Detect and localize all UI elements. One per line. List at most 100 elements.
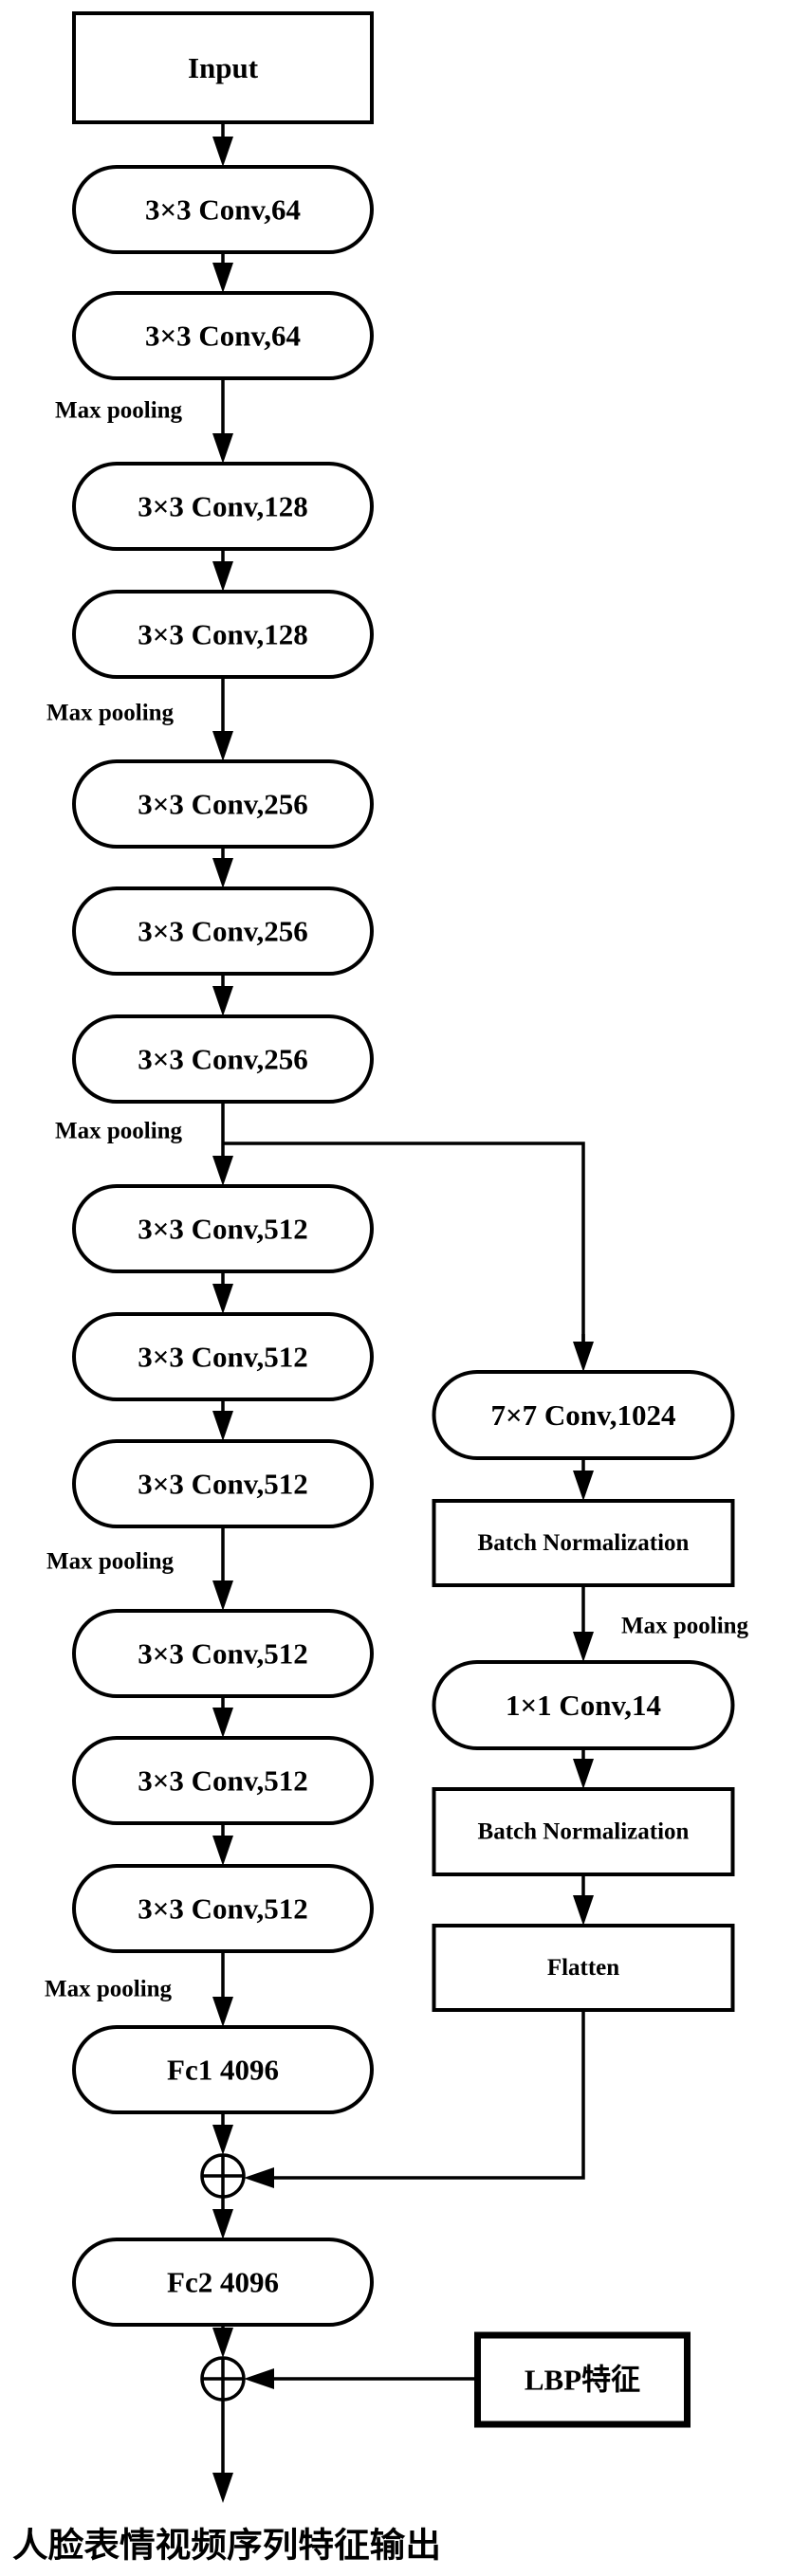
max-pooling-label: Max pooling	[55, 1119, 183, 1144]
arrowhead-down-icon	[212, 137, 233, 167]
node-label: Batch Normalization	[478, 1530, 690, 1556]
arrowhead-down-icon	[573, 1342, 594, 1372]
arrowhead-down-icon	[212, 731, 233, 761]
edge-lbp-to-sum2	[244, 2368, 478, 2389]
edge-sum2-to-output	[212, 2400, 233, 2503]
node-label: 3×3 Conv,64	[145, 320, 301, 353]
node-label: 1×1 Conv,14	[506, 1689, 661, 1722]
arrowhead-down-icon	[212, 1156, 233, 1186]
node-label: Fc1 4096	[167, 2054, 279, 2087]
node-conv512-4: 3×3 Conv,512	[72, 1609, 374, 1698]
arrowhead-down-icon	[212, 561, 233, 592]
arrowhead-down-icon	[573, 1895, 594, 1926]
node-label: Fc2 4096	[167, 2266, 279, 2299]
node-label: 3×3 Conv,512	[138, 1213, 308, 1246]
node-conv1: 1×1 Conv,14	[432, 1660, 735, 1750]
node-label: 3×3 Conv,512	[138, 1468, 308, 1501]
node-label: 3×3 Conv,256	[138, 788, 308, 821]
node-conv64-2: 3×3 Conv,64	[72, 291, 374, 380]
arrowhead-down-icon	[573, 1471, 594, 1501]
edge-sum1-to-fc2	[212, 2197, 233, 2239]
arrowhead-down-icon	[212, 2473, 233, 2503]
edge-conv512_3-to-conv512_4	[212, 1526, 233, 1611]
edge-conv512_6-to-fc1	[212, 1951, 233, 2027]
arrowhead-down-icon	[573, 1632, 594, 1662]
edge-conv512_4-to-conv512_5	[212, 1696, 233, 1738]
edge-conv64_1-to-conv64_2	[212, 252, 233, 293]
node-label: 3×3 Conv,512	[138, 1637, 308, 1671]
node-conv512-1: 3×3 Conv,512	[72, 1184, 374, 1273]
node-input: Input	[72, 11, 374, 124]
edge-conv512_1-to-conv512_2	[212, 1271, 233, 1314]
arrowhead-left-icon	[244, 2368, 274, 2389]
max-pooling-label: Max pooling	[621, 1614, 749, 1639]
node-lbp: LBP特征	[474, 2331, 691, 2428]
arrowhead-down-icon	[573, 1759, 594, 1789]
edge-flatten-to-sum1	[244, 2167, 274, 2188]
edge-conv512_2-to-conv512_3	[212, 1399, 233, 1441]
edge-conv128_2-to-conv256_1	[212, 677, 233, 761]
max-pooling-label: Max pooling	[46, 1549, 175, 1575]
node-conv128-1: 3×3 Conv,128	[72, 462, 374, 551]
arrowhead-down-icon	[212, 2209, 233, 2239]
arrowhead-down-icon	[212, 263, 233, 293]
arrowhead-down-icon	[212, 1284, 233, 1314]
node-fc2: Fc2 4096	[72, 2238, 374, 2327]
max-pooling-label: Max pooling	[55, 398, 183, 424]
node-conv512-5: 3×3 Conv,512	[72, 1736, 374, 1825]
network-architecture-diagram: Input 3×3 Conv,64 3×3 Conv,64 3×3 Conv,128 3…	[12, 11, 749, 2566]
node-label: 3×3 Conv,64	[145, 193, 301, 227]
arrowhead-down-icon	[212, 433, 233, 464]
node-conv64-1: 3×3 Conv,64	[72, 165, 374, 254]
edge-conv256_2-to-conv256_3	[212, 974, 233, 1016]
edge-fc1-to-sum1	[212, 2112, 233, 2155]
edge-conv256_1-to-conv256_2	[212, 847, 233, 888]
arrowhead-down-icon	[212, 1997, 233, 2027]
nodes-layer: Input 3×3 Conv,64 3×3 Conv,64 3×3 Conv,128 3…	[72, 11, 735, 2428]
arrowhead-down-icon	[212, 986, 233, 1016]
arrowhead-down-icon	[212, 1708, 233, 1738]
node-label: 3×3 Conv,128	[138, 490, 308, 523]
edge-conv512_5-to-conv512_6	[212, 1823, 233, 1866]
node-label: 3×3 Conv,512	[138, 1764, 308, 1798]
edge-input-to-conv64_1	[212, 122, 233, 167]
edge-bn2-to-flatten	[573, 1874, 594, 1926]
node-label: 3×3 Conv,512	[138, 1341, 308, 1374]
node-bn2: Batch Normalization	[432, 1787, 735, 1876]
node-label: 3×3 Conv,256	[138, 915, 308, 948]
node-conv7: 7×7 Conv,1024	[432, 1370, 735, 1460]
arrowhead-down-icon	[212, 1411, 233, 1441]
node-conv128-2: 3×3 Conv,128	[72, 590, 374, 679]
arrowhead-down-icon	[212, 1836, 233, 1866]
edge-conv128_1-to-conv128_2	[212, 549, 233, 592]
arrowhead-down-icon	[212, 2125, 233, 2155]
max-pooling-label: Max pooling	[46, 701, 175, 726]
edge-conv7-to-bn1	[573, 1458, 594, 1501]
sum-node-fc1-flatten	[200, 2153, 246, 2199]
node-label: Input	[188, 51, 259, 84]
node-label: Batch Normalization	[478, 1819, 690, 1845]
node-label: LBP特征	[525, 2364, 640, 2397]
edge-fc2-to-sum2	[212, 2325, 233, 2358]
arrowhead-down-icon	[212, 1580, 233, 1611]
arrowhead-left-icon	[244, 2167, 274, 2188]
node-label: 7×7 Conv,1024	[490, 1398, 675, 1432]
output-caption: 人脸表情视频序列特征输出	[12, 2526, 441, 2566]
node-label: 3×3 Conv,256	[138, 1043, 308, 1076]
arrowhead-down-icon	[212, 858, 233, 888]
arrowhead-down-icon	[212, 2328, 233, 2358]
node-conv512-6: 3×3 Conv,512	[72, 1864, 374, 1953]
node-flatten: Flatten	[432, 1924, 735, 2012]
edge-branch-to-conv7	[573, 1334, 594, 1372]
edge-conv1-to-bn2	[573, 1748, 594, 1789]
edge-conv64_2-to-conv128_1	[212, 378, 233, 464]
node-label: Flatten	[547, 1955, 619, 1981]
sum-node-fc2-lbp	[200, 2356, 246, 2402]
node-fc1: Fc1 4096	[72, 2025, 374, 2114]
node-label: 3×3 Conv,128	[138, 618, 308, 651]
node-conv512-2: 3×3 Conv,512	[72, 1312, 374, 1401]
node-bn1: Batch Normalization	[432, 1499, 735, 1587]
node-conv512-3: 3×3 Conv,512	[72, 1439, 374, 1528]
node-conv256-3: 3×3 Conv,256	[72, 1014, 374, 1104]
node-conv256-1: 3×3 Conv,256	[72, 759, 374, 849]
